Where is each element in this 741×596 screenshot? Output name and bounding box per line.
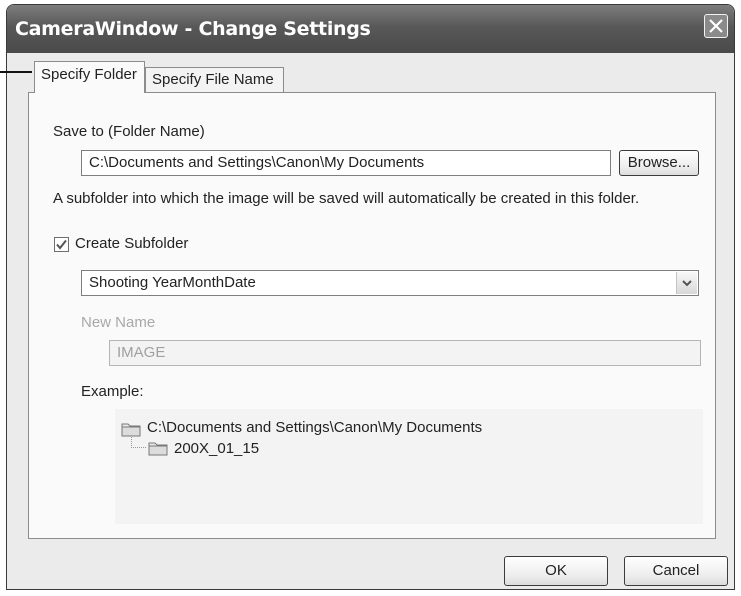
cancel-button[interactable]: Cancel [624,556,728,586]
tree-connector [131,437,147,448]
dropdown-arrow[interactable] [676,272,697,294]
folder-icon [148,442,168,456]
new-name-label: New Name [81,314,156,331]
subfolder-format-select[interactable]: Shooting YearMonthDate [81,270,699,296]
ok-button[interactable]: OK [504,556,608,586]
tab-specify-folder-label: Specify Folder [41,66,137,83]
callout-leader-line [0,71,32,73]
example-root-path: C:\Documents and Settings\Canon\My Docum… [147,419,483,436]
new-name-input[interactable]: IMAGE [109,340,701,366]
example-child-folder: 200X_01_15 [174,440,260,457]
info-text: A subfolder into which the image will be… [53,190,640,207]
close-button[interactable] [704,14,728,38]
tab-specify-folder[interactable]: Specify Folder [34,61,145,93]
checkmark-icon [56,239,67,250]
example-folder-tree: C:\Documents and Settings\Canon\My Docum… [115,409,703,524]
create-subfolder-label: Create Subfolder [75,235,189,252]
example-label: Example: [81,383,144,400]
tab-specify-file-name-label: Specify File Name [152,71,274,88]
folder-icon [121,423,141,437]
tab-specify-file-name[interactable]: Specify File Name [145,67,284,93]
window-title: CameraWindow - Change Settings [15,18,371,40]
browse-button[interactable]: Browse... [619,150,699,176]
close-icon [709,19,723,33]
save-to-label: Save to (Folder Name) [53,123,205,140]
save-to-input[interactable]: C:\Documents and Settings\Canon\My Docum… [81,150,611,176]
create-subfolder-checkbox[interactable] [54,237,69,252]
title-bar[interactable]: CameraWindow - Change Settings [7,5,734,53]
dialog-window: CameraWindow - Change Settings Specify F… [6,4,735,590]
subfolder-format-value: Shooting YearMonthDate [89,274,256,291]
chevron-down-icon [682,280,692,287]
